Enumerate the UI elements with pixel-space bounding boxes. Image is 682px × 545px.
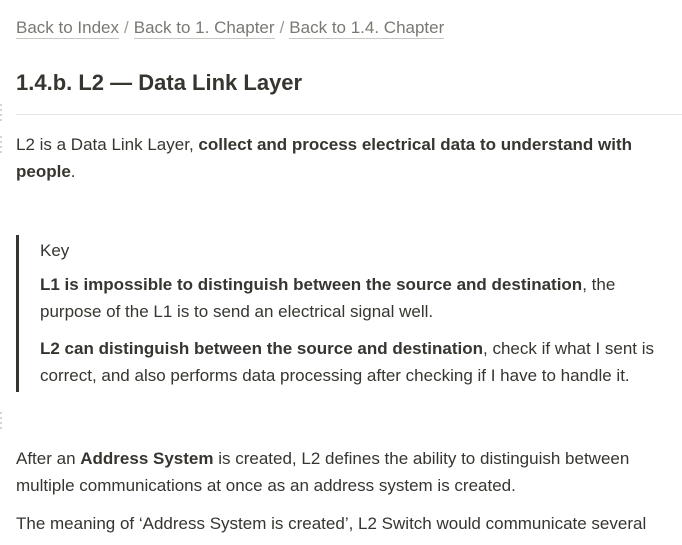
quote-paragraph-l2: L2 can distinguish between the source an…	[40, 335, 676, 389]
intro-paragraph: L2 is a Data Link Layer, collect and pro…	[16, 131, 666, 185]
page-title: 1.4.b. L2 — Data Link Layer	[16, 70, 303, 95]
breadcrumb-link-chapter-1[interactable]: Back to 1. Chapter	[133, 18, 275, 39]
address-system-bold: Address System	[80, 449, 214, 468]
intro-end: .	[70, 162, 76, 181]
quote-paragraph-l1: L1 is impossible to distinguish between …	[40, 271, 676, 325]
address-system-paragraph: After an Address System is created, L2 d…	[16, 445, 682, 499]
breadcrumb-separator: /	[279, 18, 285, 37]
drag-handle-icon[interactable]	[0, 104, 4, 124]
title-divider	[16, 114, 682, 115]
drag-handle-icon[interactable]	[0, 136, 4, 156]
breadcrumb-link-chapter-1-4[interactable]: Back to 1.4. Chapter	[289, 18, 445, 39]
quote-l2-bold: L2 can distinguish between the source an…	[40, 339, 484, 358]
meaning-paragraph: The meaning of ‘Address System is create…	[16, 514, 647, 533]
key-quote-block: Key L1 is impossible to distinguish betw…	[16, 235, 676, 392]
breadcrumb: Back to Index / Back to 1. Chapter / Back to…	[16, 18, 445, 39]
quote-l1-bold: L1 is impossible to distinguish between …	[40, 275, 583, 294]
drag-handle-icon[interactable]	[0, 412, 4, 432]
address-pre: After an	[16, 449, 81, 468]
breadcrumb-link-index[interactable]: Back to Index	[16, 18, 120, 39]
intro-text: L2 is a Data Link Layer,	[16, 135, 199, 154]
quote-heading: Key	[40, 241, 70, 260]
breadcrumb-separator: /	[124, 18, 129, 37]
